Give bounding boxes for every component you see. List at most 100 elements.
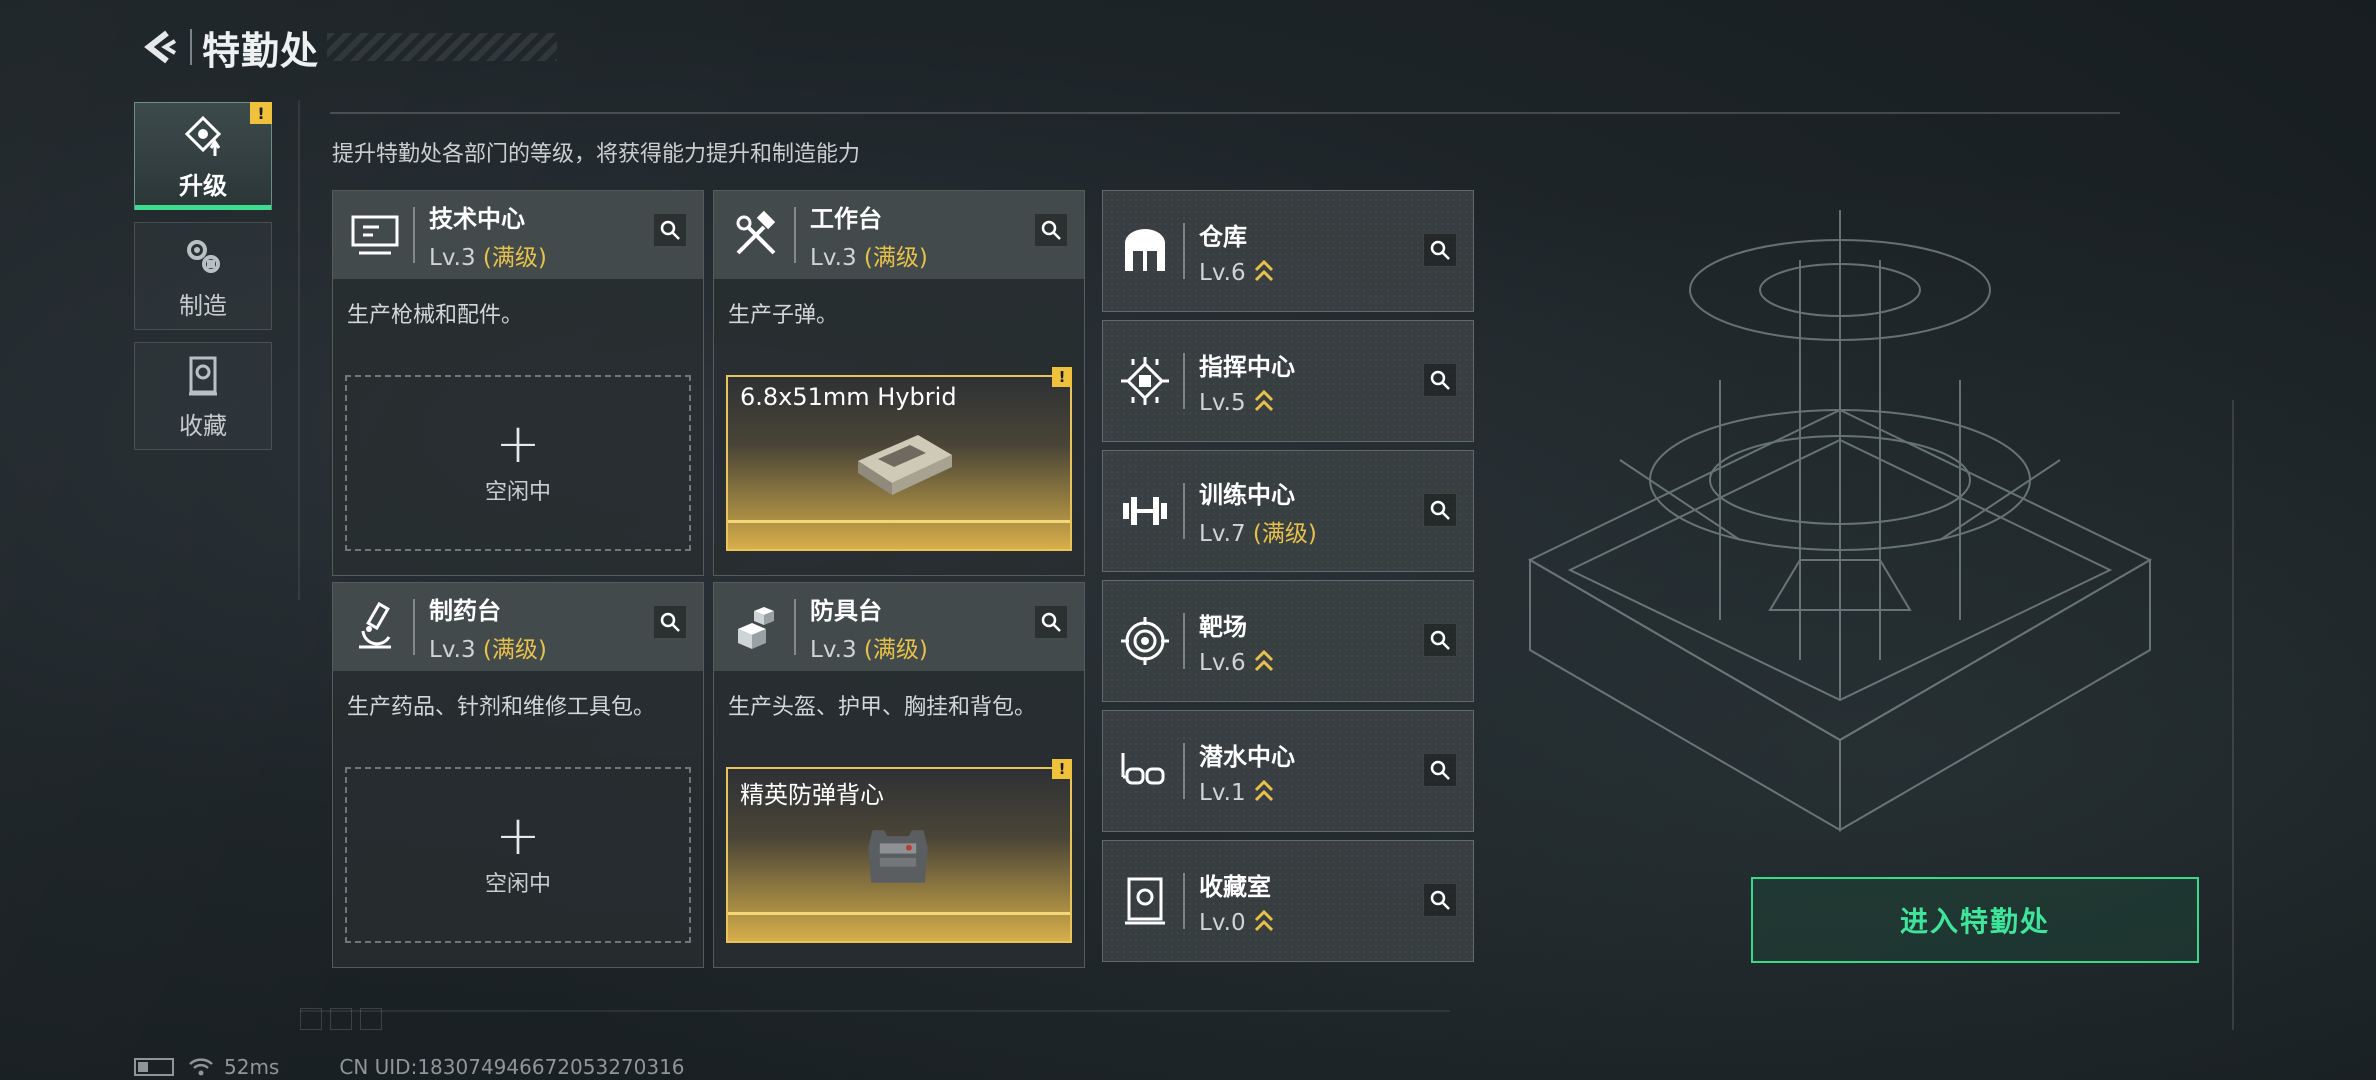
plus-icon: + [495,412,541,475]
card-header: 制药台 Lv.3 (满级) [333,583,703,671]
idle-production-slot[interactable]: + 空闲中 [345,375,691,551]
department-card-training-center[interactable]: 训练中心 Lv.7 (满级) [1102,450,1474,572]
department-name: 工作台 [810,204,882,233]
idle-production-slot[interactable]: + 空闲中 [345,767,691,943]
department-name: 训练中心 [1199,480,1295,509]
nav-label-upgrade: 升级 [179,171,227,200]
search-icon [1430,630,1450,650]
search-icon [1430,760,1450,780]
decoration-line [2232,400,2234,1030]
back-arrow-icon [144,30,177,64]
upgrade-available-icon [1254,649,1273,671]
search-button[interactable] [1423,233,1457,267]
hammer-wrench-icon [728,207,784,263]
microscope-icon [347,599,403,655]
side-nav: ! 升级 制造 收藏 [134,102,272,462]
decoration-line [298,100,300,600]
department-name: 技术中心 [429,204,525,233]
boxes-icon [728,599,784,655]
active-production-slot[interactable]: ! 6.8x51mm Hybrid [726,367,1072,551]
chip-icon [1117,353,1173,409]
ammo-box-icon [858,435,952,495]
card-header: 技术中心 Lv.3 (满级) [333,191,703,279]
nav-label-craft: 制造 [179,291,227,320]
divider [1183,873,1185,929]
search-button[interactable] [1034,213,1068,247]
department-level: Lv.3 (满级) [810,636,928,663]
search-icon [660,220,680,240]
nav-item-collection[interactable]: 收藏 [134,342,272,450]
wifi-icon [189,1058,213,1076]
upgrade-icon [179,112,227,160]
department-card-command-center[interactable]: 指挥中心 Lv.5 [1102,320,1474,442]
department-card-diving-center[interactable]: 潜水中心 Lv.1 [1102,710,1474,832]
divider [413,599,415,655]
search-icon [1430,890,1450,910]
divider [1183,613,1185,669]
enter-button-label: 进入特勤处 [1899,905,2050,938]
back-button[interactable] [134,22,184,72]
upgrade-available-icon [1254,389,1273,411]
base-building-illustration [1527,210,2153,832]
department-level: Lv.6 [1199,646,1274,676]
divider [1183,223,1185,279]
decoration-line [330,112,2120,114]
divider [1183,483,1185,539]
decoration-line [300,1010,1450,1012]
ping-value: 52ms [224,1055,280,1079]
department-description: 生产子弹。 [728,303,839,328]
search-button[interactable] [1423,493,1457,527]
divider [794,207,796,263]
search-button[interactable] [653,605,687,639]
enter-special-ops-button[interactable]: 进入特勤处 [1751,877,2199,963]
search-icon [1041,612,1061,632]
department-level: Lv.0 [1199,906,1274,936]
user-id: CN UID:1830749466720532703​16 [339,1055,685,1079]
battery-icon [134,1058,174,1076]
produced-item-name: 6.8x51mm Hybrid [740,383,957,411]
header: 特勤处 [134,22,558,73]
page-title: 特勤处 [202,28,320,73]
nav-item-upgrade[interactable]: ! 升级 [134,102,272,210]
nav-item-craft[interactable]: 制造 [134,222,272,330]
alert-badge: ! [1052,367,1072,387]
search-button[interactable] [1423,623,1457,657]
production-card-armor-bench[interactable]: 防具台 Lv.3 (满级) 生产头盔、护甲、胸挂和背包。 ! 精英防弹背心 [713,582,1085,968]
department-level: Lv.7 (满级) [1199,520,1317,547]
title-decoration [327,33,558,61]
header-divider [190,29,192,65]
search-icon [1041,220,1061,240]
active-production-slot[interactable]: ! 精英防弹背心 [726,759,1072,943]
department-level: Lv.5 [1199,386,1295,416]
department-name: 仓库 [1199,222,1247,251]
department-card-warehouse[interactable]: 仓库 Lv.6 [1102,190,1474,312]
search-button[interactable] [1423,883,1457,917]
production-card-tech-center[interactable]: 技术中心 Lv.3 (满级) 生产枪械和配件。 + 空闲中 [332,190,704,576]
search-icon [1430,500,1450,520]
department-card-shooting-range[interactable]: 靶场 Lv.6 [1102,580,1474,702]
department-card-collection-room[interactable]: 收藏室 Lv.0 [1102,840,1474,962]
idle-status: 空闲中 [484,480,551,505]
decoration-squares [300,1008,382,1030]
trophy-case-icon [1117,873,1173,929]
department-name: 指挥中心 [1199,352,1295,381]
armor-vest-icon [868,830,928,883]
status-bar: 52ms CN UID:1830749466720532703​16 [134,1055,685,1079]
search-button[interactable] [653,213,687,247]
department-description: 生产药品、针剂和维修工具包。 [347,695,656,720]
department-level: Lv.3 (满级) [429,244,547,271]
department-name: 防具台 [810,596,882,625]
production-card-workbench[interactable]: 工作台 Lv.3 (满级) 生产子弹。 ! 6.8x51mm Hybrid [713,190,1085,576]
upgrade-available-icon [1254,909,1273,931]
department-description: 生产枪械和配件。 [347,303,524,328]
dumbbell-icon [1117,483,1173,539]
production-card-pharmacy[interactable]: 制药台 Lv.3 (满级) 生产药品、针剂和维修工具包。 + 空闲中 [332,582,704,968]
search-button[interactable] [1423,363,1457,397]
search-button[interactable] [1034,605,1068,639]
department-level: Lv.3 (满级) [429,636,547,663]
gears-icon [179,232,227,280]
department-name: 制药台 [429,596,501,625]
divider [1183,743,1185,799]
upgrade-available-icon [1254,259,1273,281]
search-button[interactable] [1423,753,1457,787]
